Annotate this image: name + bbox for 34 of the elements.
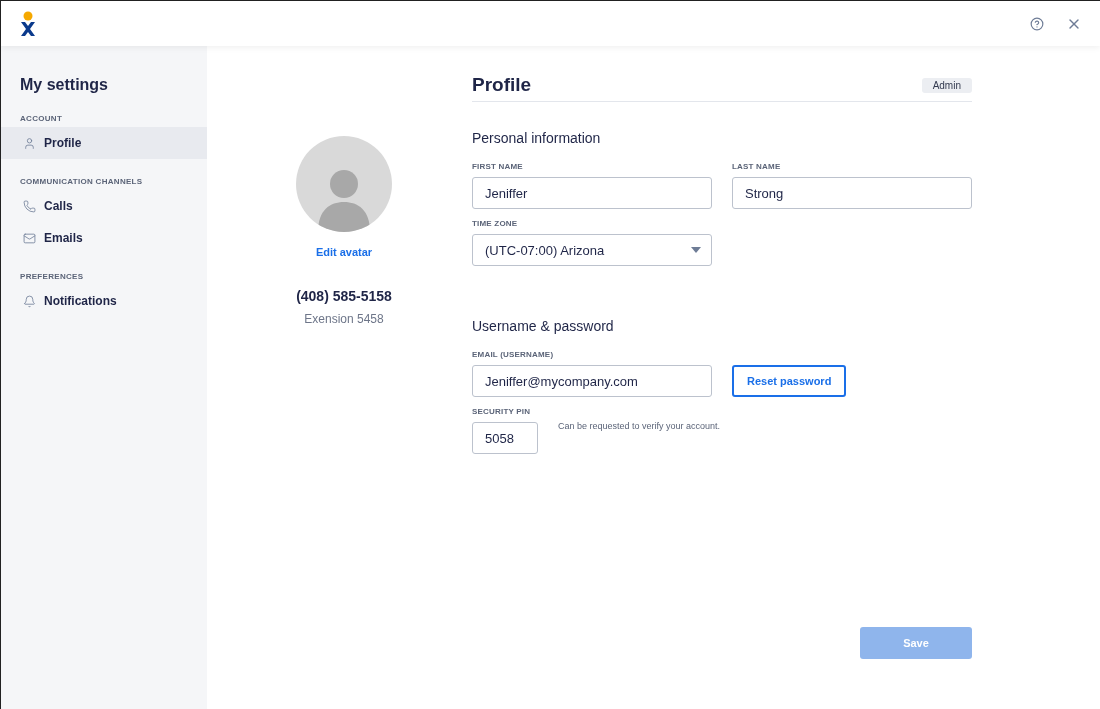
email-field[interactable]: Jeniffer@mycompany.com [472,365,712,397]
section-heading: Personal information [472,130,601,146]
field-label: FIRST NAME [472,162,523,171]
bell-icon [23,294,36,308]
field-label: EMAIL (USERNAME) [472,350,554,359]
page-title: Profile [472,74,532,96]
phone-icon [23,199,36,213]
time-zone-dropdown[interactable]: (UTC-07:00) Arizona [472,234,712,266]
section-heading: ACCOUNT [20,114,63,123]
help-icon[interactable] [1030,16,1044,31]
last-name-field[interactable]: Strong [732,177,972,209]
role-badge: Admin [921,77,972,93]
reset-password-button[interactable]: Reset password [732,365,847,397]
first-name-field[interactable]: Jeniffer [472,177,712,209]
security-pin-field[interactable]: 5058 [472,422,538,454]
section-heading: PREFERENCES [20,272,84,281]
person-icon [23,136,36,150]
field-label: TIME ZONE [472,219,518,228]
envelope-icon [23,231,36,245]
edit-avatar-link[interactable]: Edit avatar [315,246,373,258]
caret-icon [691,247,701,253]
sidebar-item[interactable]: Notifications [1,285,207,317]
extension-text: Exension 5458 [304,312,384,326]
logo-icon [19,10,37,37]
section-heading: Username & password [472,318,614,334]
sidebar-item[interactable]: Emails [1,222,207,254]
section-heading: COMMUNICATION CHANNELS [20,177,143,186]
hint-text: Can be requested to verify your account. [558,420,721,431]
sidebar-item[interactable]: Profile [1,127,207,159]
field-label: SECURITY PIN [472,407,531,416]
field-label: LAST NAME [732,162,781,171]
phone-number: (408) 585-5158 [296,288,392,304]
sidebar-title: My settings [20,76,108,94]
sidebar-item[interactable]: Calls [1,190,207,222]
